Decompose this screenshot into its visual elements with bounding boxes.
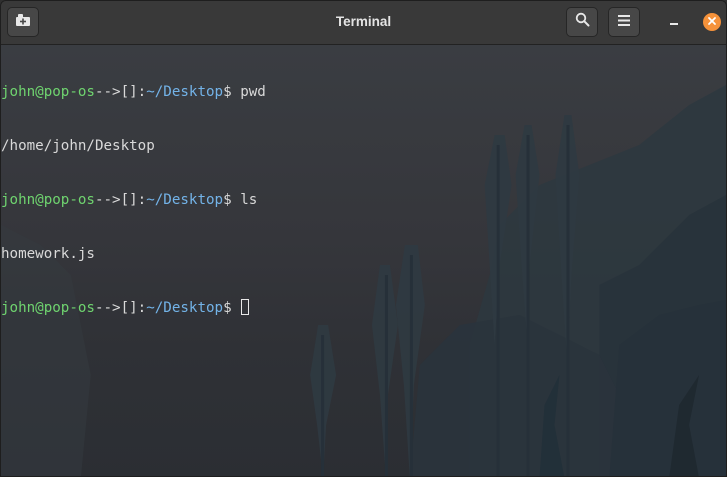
prompt-path: ~/Desktop — [146, 300, 224, 316]
terminal-line-3: john@pop-os-->[]:~/Desktop$ ls — [1, 191, 266, 209]
prompt-symbol: $ — [223, 300, 241, 316]
prompt-path: ~/Desktop — [146, 192, 224, 208]
close-button[interactable] — [703, 13, 721, 31]
terminal-area[interactable]: john@pop-os-->[]:~/Desktop$ pwd /home/jo… — [1, 45, 726, 476]
output-text: homework.js — [1, 246, 95, 262]
hamburger-menu-icon — [618, 13, 630, 31]
title-bar[interactable]: Terminal — [1, 1, 726, 45]
prompt-user: john@pop-os — [1, 300, 95, 316]
minimize-button[interactable] — [665, 13, 683, 31]
close-icon — [707, 13, 717, 31]
prompt-separator: -->[]: — [94, 192, 147, 208]
prompt-separator: -->[]: — [94, 84, 147, 100]
command-text: pwd — [240, 84, 266, 100]
search-icon — [575, 12, 590, 32]
new-tab-button[interactable] — [7, 7, 39, 37]
search-button[interactable] — [566, 7, 598, 37]
new-tab-icon — [15, 13, 31, 32]
output-text: /home/john/Desktop — [1, 138, 155, 154]
terminal-line-5: john@pop-os-->[]:~/Desktop$ — [1, 299, 266, 317]
terminal-window: Terminal john@pop-os-->[]:~/Desktop$ pwd… — [0, 0, 727, 477]
terminal-line-4: homework.js — [1, 245, 266, 263]
prompt-user: john@pop-os — [1, 84, 95, 100]
text-cursor — [241, 299, 250, 315]
prompt-path: ~/Desktop — [146, 84, 224, 100]
command-text: ls — [240, 192, 258, 208]
terminal-line-2: /home/john/Desktop — [1, 137, 266, 155]
prompt-symbol: $ — [223, 84, 241, 100]
minimize-icon — [669, 13, 679, 31]
terminal-line-1: john@pop-os-->[]:~/Desktop$ pwd — [1, 83, 266, 101]
prompt-symbol: $ — [223, 192, 241, 208]
prompt-user: john@pop-os — [1, 192, 95, 208]
prompt-separator: -->[]: — [94, 300, 147, 316]
menu-button[interactable] — [608, 7, 640, 37]
terminal-output[interactable]: john@pop-os-->[]:~/Desktop$ pwd /home/jo… — [1, 47, 266, 353]
